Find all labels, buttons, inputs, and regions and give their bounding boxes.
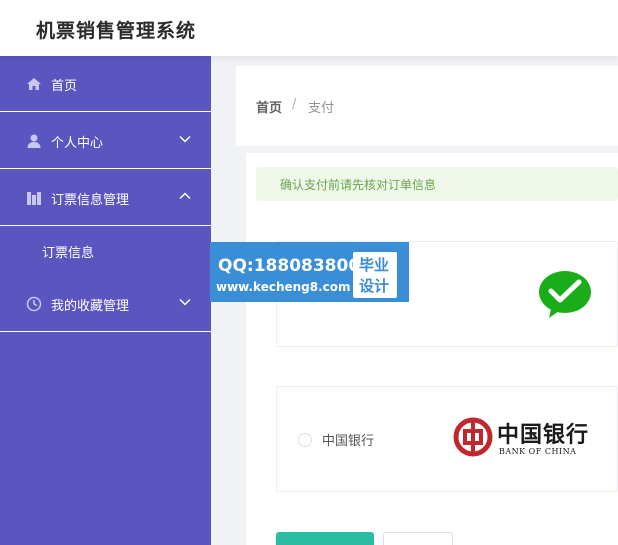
info-alert: 确认支付前请先核对订单信息 xyxy=(256,167,618,201)
breadcrumb: 首页 / 支付 xyxy=(236,66,618,146)
sidebar-item-label: 首页 xyxy=(51,79,78,94)
boc-logo-cn: 中国银行 xyxy=(497,422,590,448)
watermark-banner: QQ:188083800 www.kecheng8.com 毕业 设计 xyxy=(210,242,409,302)
watermark-badge-line2: 设计 xyxy=(359,277,390,295)
user-icon xyxy=(27,134,41,148)
sidebar-subitem-label: 订票信息 xyxy=(42,246,95,261)
boc-logo-en: BANK OF CHINA xyxy=(499,447,577,456)
payment-panel: 确认支付前请先核对订单信息 中国银行 中国银行 BANK OF CHINA xyxy=(246,153,618,545)
watermark-qq: QQ:188083800 xyxy=(218,256,361,276)
watermark-badge-line1: 毕业 xyxy=(359,256,390,274)
clock-icon xyxy=(26,296,42,312)
breadcrumb-current: 支付 xyxy=(308,101,335,116)
app-title: 机票销售管理系统 xyxy=(36,20,197,42)
home-icon xyxy=(27,78,41,90)
top-bar: 机票销售管理系统 xyxy=(0,0,618,56)
breadcrumb-separator: / xyxy=(292,97,297,112)
ticket-icon xyxy=(27,192,41,205)
sidebar-subitem-ticket-info[interactable]: 订票信息 xyxy=(0,226,211,276)
chevron-down-icon xyxy=(179,298,191,306)
wechat-pay-icon xyxy=(539,271,591,318)
cancel-button[interactable] xyxy=(383,532,453,545)
chevron-down-icon xyxy=(179,135,191,143)
bank-of-china-icon xyxy=(453,417,493,457)
watermark-badge: 毕业 设计 xyxy=(353,252,397,298)
sidebar-item-label: 订票信息管理 xyxy=(51,193,130,208)
sidebar-item-ticket-management[interactable]: 订票信息管理 xyxy=(0,170,211,226)
confirm-pay-button[interactable] xyxy=(276,532,374,545)
boc-radio[interactable] xyxy=(298,433,312,447)
sidebar-item-profile[interactable]: 个人中心 xyxy=(0,113,211,169)
sidebar-item-label: 我的收藏管理 xyxy=(51,299,130,314)
boc-option-label: 中国银行 xyxy=(322,434,375,449)
chevron-up-icon xyxy=(179,192,191,200)
sidebar-item-home[interactable]: 首页 xyxy=(0,56,211,112)
watermark-site: www.kecheng8.com xyxy=(216,280,351,294)
sidebar-item-favorites[interactable]: 我的收藏管理 xyxy=(0,276,211,332)
sidebar-item-label: 个人中心 xyxy=(51,136,104,151)
alert-text: 确认支付前请先核对订单信息 xyxy=(280,178,437,192)
sidebar: 首页 个人中心 订票信息管理 订票信息 我的收藏管理 xyxy=(0,56,211,545)
payment-option-boc[interactable]: 中国银行 中国银行 BANK OF CHINA xyxy=(276,386,618,492)
breadcrumb-home[interactable]: 首页 xyxy=(256,97,282,116)
